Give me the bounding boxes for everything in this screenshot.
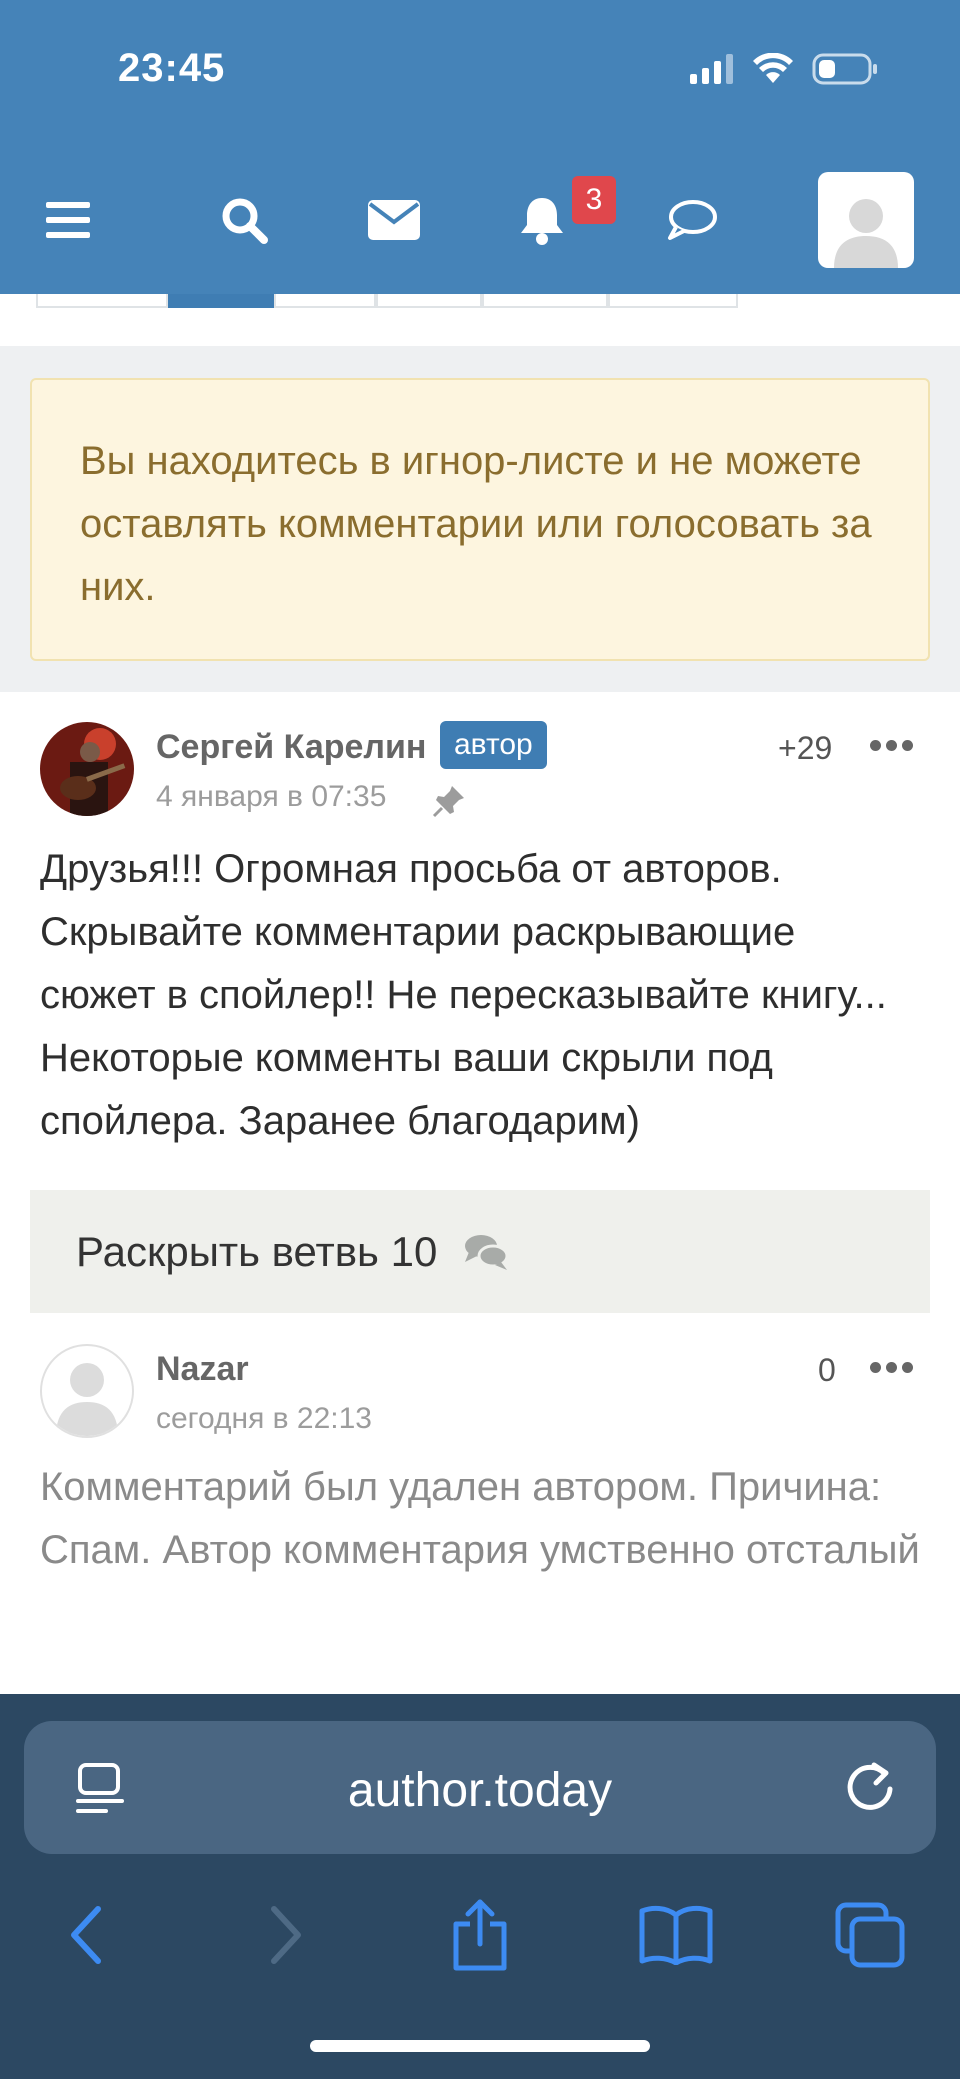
tab-5[interactable] <box>482 294 608 308</box>
commenter-photo <box>40 722 134 816</box>
tab-6[interactable] <box>608 294 738 308</box>
comment-date[interactable]: 4 января в 07:35 <box>156 780 386 814</box>
status-icons <box>690 52 878 86</box>
comment-author[interactable]: Сергей Карелин <box>156 728 426 767</box>
notifications-badge[interactable]: 3 <box>572 176 616 224</box>
tab-2-active[interactable] <box>168 294 274 308</box>
share-button[interactable] <box>440 1895 520 1975</box>
tab-3[interactable] <box>274 294 376 308</box>
address-bar[interactable]: author.today <box>24 1721 936 1854</box>
search-icon[interactable] <box>214 192 274 248</box>
expand-thread-button[interactable]: Раскрыть ветвь 10 <box>30 1190 930 1313</box>
tabs-icon <box>835 1902 905 1968</box>
tab-4[interactable] <box>376 294 482 308</box>
battery-icon <box>812 53 877 85</box>
user-avatar-button[interactable] <box>818 172 914 268</box>
home-indicator <box>310 2040 650 2052</box>
chat-icon[interactable] <box>662 192 722 248</box>
back-button[interactable] <box>46 1895 126 1975</box>
pin-icon <box>432 786 464 818</box>
commenter-avatar[interactable] <box>40 722 134 816</box>
bookmarks-button[interactable] <box>636 1895 716 1975</box>
comments-icon <box>465 1234 509 1270</box>
comment-text: Друзья!!! Огромная просьба от авторов. С… <box>40 847 887 1143</box>
tab-strip <box>36 294 738 308</box>
url-text[interactable]: author.today <box>24 1763 936 1818</box>
expand-thread-label: Раскрыть ветвь 10 <box>76 1227 438 1275</box>
wifi-icon <box>753 53 793 83</box>
user-placeholder-icon <box>834 199 898 268</box>
forward-button[interactable] <box>246 1895 326 1975</box>
menu-icon[interactable] <box>38 192 98 248</box>
cellular-signal-icon <box>690 54 733 84</box>
comment-rating[interactable]: 0 <box>818 1352 836 1389</box>
app-header: 23:45 3 <box>0 0 960 294</box>
more-options-icon[interactable] <box>870 1362 913 1373</box>
user-placeholder-icon <box>56 1363 118 1436</box>
comment-date[interactable]: сегодня в 22:13 <box>156 1402 372 1436</box>
tab-1[interactable] <box>36 294 168 308</box>
comment-rating[interactable]: +29 <box>778 730 832 767</box>
book-icon <box>639 1905 713 1965</box>
author-badge: автор <box>440 721 547 769</box>
ignore-list-notice: Вы находитесь в игнор-листе и не можете … <box>30 378 930 661</box>
chevron-right-icon <box>271 1906 301 1964</box>
deleted-comment-text: Комментарий был удален автором. Причина:… <box>40 1465 920 1572</box>
comment-author[interactable]: Nazar <box>156 1350 249 1389</box>
status-time: 23:45 <box>118 46 226 90</box>
tabs-button[interactable] <box>830 1895 910 1975</box>
commenter-avatar[interactable] <box>40 1344 134 1438</box>
header-nav <box>0 170 960 270</box>
share-icon <box>453 1899 507 1971</box>
more-options-icon[interactable] <box>870 740 913 751</box>
reload-icon[interactable] <box>844 1759 898 1817</box>
mail-icon[interactable] <box>364 192 424 248</box>
chevron-left-icon <box>71 1906 101 1964</box>
bell-icon[interactable] <box>512 192 572 248</box>
